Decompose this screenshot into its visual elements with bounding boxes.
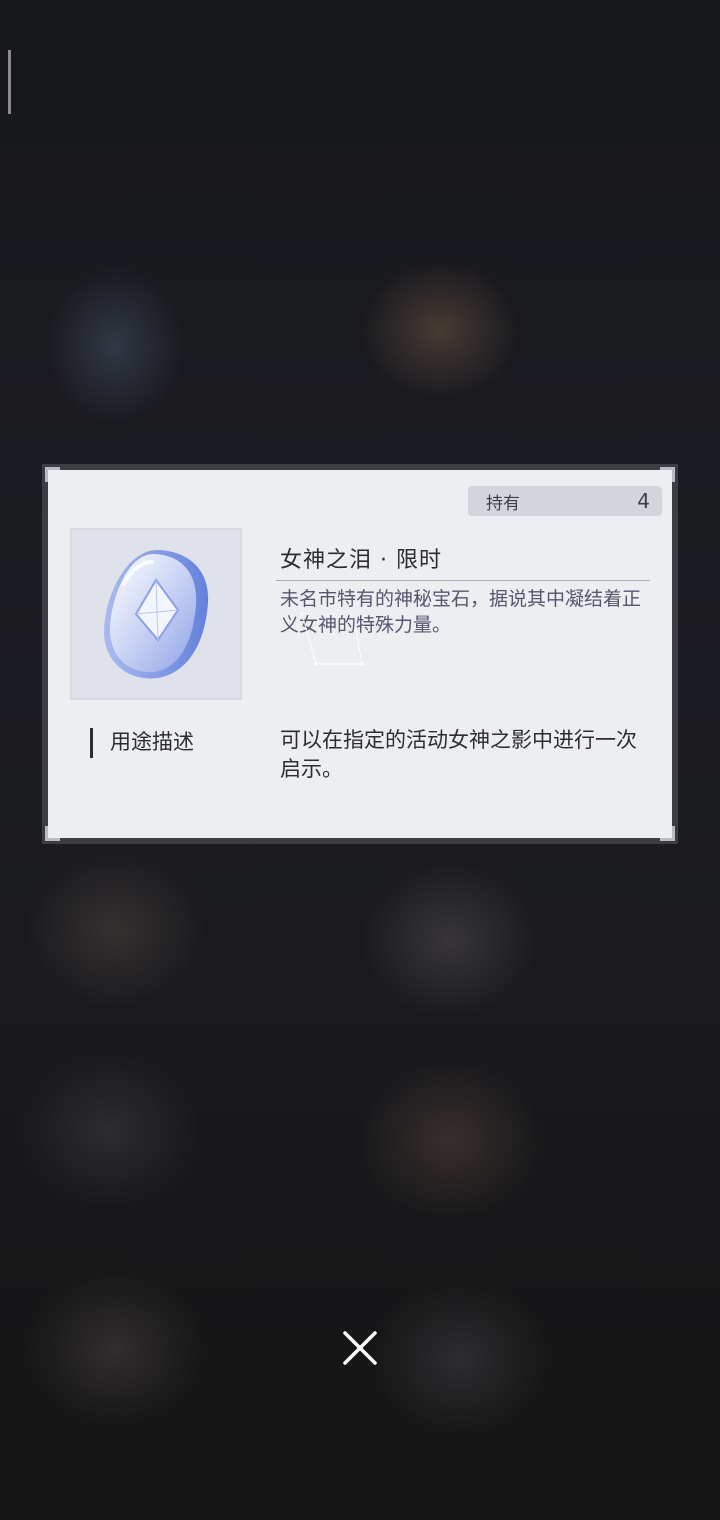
corner-decoration [45,467,60,482]
item-title: 女神之泪 · 限时 [280,548,442,573]
usage-description: 可以在指定的活动女神之影中进行一次启示。 [280,728,637,781]
owned-count-badge: 持有 4 [468,486,662,516]
owned-label: 持有 [486,493,520,514]
blue-gem-icon [104,550,209,679]
corner-decoration [45,826,60,841]
close-icon [343,1331,377,1365]
constellation-decoration [300,612,364,666]
corner-decoration [660,826,675,841]
item-icon-frame [70,528,242,700]
usage-marker [90,728,93,758]
corner-decoration [660,467,675,482]
usage-label: 用途描述 [110,730,194,754]
owned-count: 4 [637,489,650,513]
item-detail-dialog: 持有 4 女神之泪 · 限时 未名市特有的神秘宝石，据说其中凝结着正义女神的特殊… [42,464,678,844]
dialog-panel: 持有 4 女神之泪 · 限时 未名市特有的神秘宝石，据说其中凝结着正义女神的特殊… [45,467,675,841]
edge-indicator [8,50,11,114]
title-divider [276,580,650,581]
close-button[interactable] [336,1324,384,1372]
